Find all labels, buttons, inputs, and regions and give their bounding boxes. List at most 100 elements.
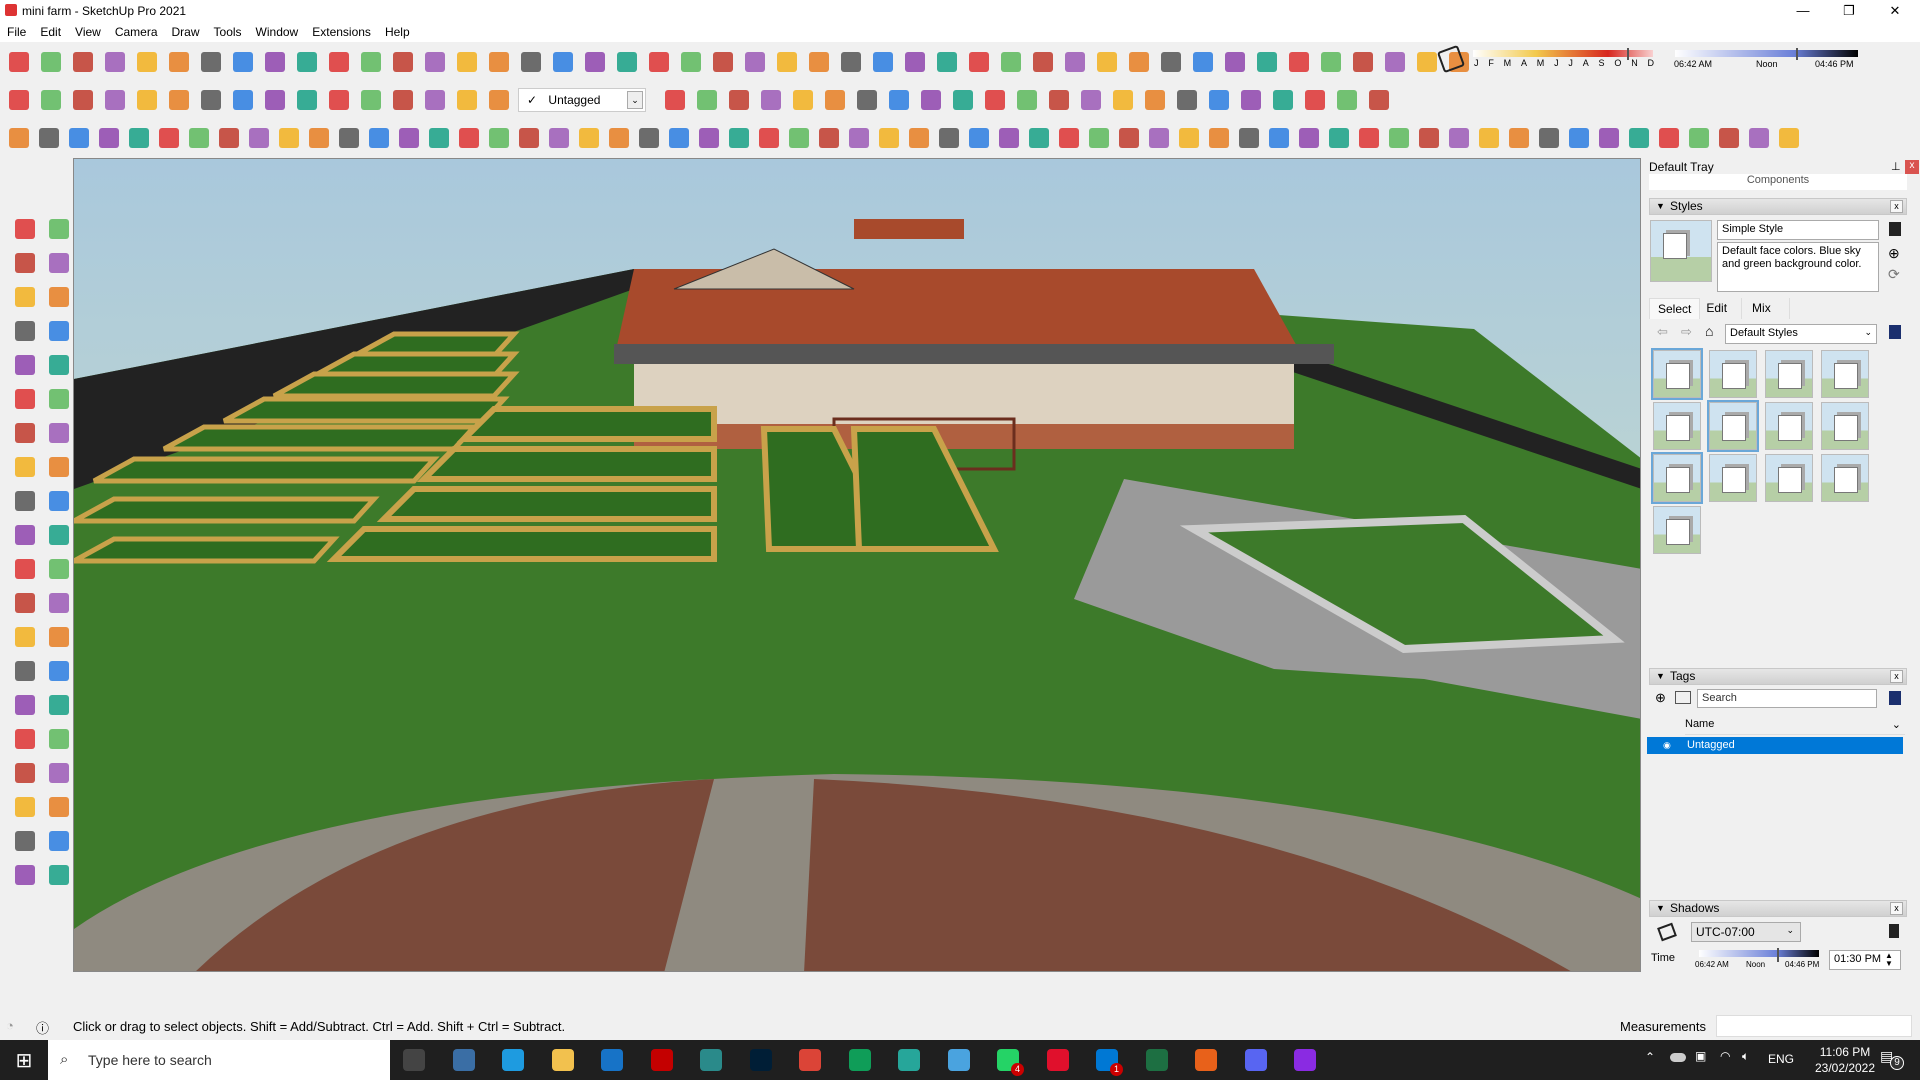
trim-tool-icon[interactable] (1054, 123, 1084, 153)
scale-tool-icon[interactable] (196, 85, 226, 115)
zoom-window-tool-icon[interactable] (664, 123, 694, 153)
rectangle-tool-icon[interactable] (34, 123, 64, 153)
timezone-dropdown[interactable]: UTC-07:00 ⌄ (1691, 922, 1801, 942)
components-panel-header[interactable]: Components (1649, 174, 1907, 190)
forward-arrow-icon[interactable]: ⇨ (1681, 324, 1692, 340)
scale-tool-icon[interactable] (516, 47, 546, 77)
orbit-tool-icon[interactable] (788, 85, 818, 115)
drape-tool-icon[interactable] (1140, 85, 1170, 115)
component-tool-icon[interactable] (44, 214, 74, 244)
add-tag-folder-icon[interactable] (1675, 691, 1691, 704)
wifi-icon[interactable]: ◠ (1720, 1049, 1730, 1063)
dimension-tool-icon[interactable] (484, 123, 514, 153)
move-tool-icon[interactable] (68, 85, 98, 115)
month-slider[interactable]: JFMAMJJASOND (1470, 48, 1656, 74)
paint-tool-icon[interactable] (10, 248, 40, 278)
pan-tool-icon[interactable] (804, 47, 834, 77)
tape-tool-icon[interactable] (10, 520, 40, 550)
rotate-tool-icon[interactable] (132, 85, 162, 115)
menu-window[interactable]: Window (249, 25, 306, 39)
rotate-tool-icon[interactable] (452, 47, 482, 77)
text-tool-icon[interactable] (292, 85, 322, 115)
look-tool-icon[interactable] (754, 123, 784, 153)
style-thumbnail[interactable] (1653, 402, 1701, 450)
stamp-tool-icon[interactable] (1108, 85, 1138, 115)
language-indicator[interactable]: ENG (1768, 1052, 1794, 1066)
pan-tool-icon[interactable] (604, 123, 634, 153)
axes-tool-icon[interactable] (454, 123, 484, 153)
text-tool-icon[interactable] (424, 123, 454, 153)
zoom-extents-tool-icon[interactable] (10, 690, 40, 720)
menu-help[interactable]: Help (378, 25, 417, 39)
clock[interactable]: 11:06 PM 23/02/2022 (1810, 1044, 1880, 1076)
drape-tool-icon[interactable] (1124, 47, 1154, 77)
time-thumb[interactable] (1796, 48, 1798, 60)
offset-tool-icon[interactable] (364, 123, 394, 153)
zoom-tool-icon[interactable] (836, 47, 866, 77)
taskbar-discord-button[interactable] (1240, 1044, 1272, 1076)
solid-tool-icon[interactable] (1144, 123, 1174, 153)
follow-me-tool-icon[interactable] (44, 452, 74, 482)
section-tool-icon[interactable] (740, 47, 770, 77)
pan-tool-icon[interactable] (820, 85, 850, 115)
menu-edit[interactable]: Edit (33, 25, 68, 39)
time-slider[interactable]: 06:42 AM Noon 04:46 PM (1672, 48, 1862, 74)
arc-tool-icon[interactable] (10, 384, 40, 414)
subtract-tool-icon[interactable] (1268, 85, 1298, 115)
shaded-tool-icon[interactable] (1444, 123, 1474, 153)
arc-tool-icon[interactable] (4, 85, 34, 115)
taskbar-search-input[interactable]: ⌕ Type here to search (48, 1040, 390, 1080)
protractor-tool-icon[interactable] (388, 85, 418, 115)
subtract-tool-icon[interactable] (1252, 47, 1282, 77)
move-tool-icon[interactable] (10, 418, 40, 448)
offset-tool-icon[interactable] (228, 85, 258, 115)
intersect-tool-icon[interactable] (964, 123, 994, 153)
style-thumbnail[interactable] (1651, 348, 1703, 400)
style-name-field[interactable]: Simple Style (1717, 220, 1879, 240)
3d-viewport[interactable] (73, 158, 1641, 972)
polygon-tool-icon[interactable] (44, 350, 74, 380)
position-camera-tool-icon[interactable] (784, 123, 814, 153)
details-arrow-icon[interactable] (1889, 691, 1901, 705)
zoom-tool-icon[interactable] (852, 85, 882, 115)
style-thumbnail[interactable] (1765, 402, 1813, 450)
stamp-tool-icon[interactable] (1092, 47, 1122, 77)
freehand-tool-icon[interactable] (4, 123, 34, 153)
orbit-tool-icon[interactable] (574, 123, 604, 153)
smoove-tool-icon[interactable] (1076, 85, 1106, 115)
zoom-window-tool-icon[interactable] (884, 85, 914, 115)
pie-tool-icon[interactable] (356, 47, 386, 77)
component-tool-icon[interactable] (1684, 123, 1714, 153)
rectangle-tool-icon[interactable] (196, 47, 226, 77)
style-library-dropdown[interactable]: Default Styles ⌄ (1725, 324, 1877, 344)
rotated-rect-tool-icon[interactable] (44, 316, 74, 346)
start-button[interactable]: ⊞ (8, 1044, 40, 1076)
eraser-tool-icon[interactable] (100, 47, 130, 77)
layout-tool-icon[interactable] (1594, 123, 1624, 153)
stamp-tool-icon[interactable] (10, 792, 40, 822)
move-tool-icon[interactable] (214, 123, 244, 153)
follow-me-tool-icon[interactable] (164, 85, 194, 115)
push-pull-tool-icon[interactable] (44, 418, 74, 448)
taskbar-vscode-button[interactable]: 1 (1091, 1044, 1123, 1076)
taskbar-grammarly-button[interactable] (1190, 1044, 1222, 1076)
taskbar-acrobat-button[interactable] (646, 1044, 678, 1076)
dimension-tool-icon[interactable] (356, 85, 386, 115)
tab-mix[interactable]: Mix (1742, 298, 1790, 319)
flip-tool-icon[interactable] (934, 123, 964, 153)
axes-tool-icon[interactable] (660, 85, 690, 115)
menu-view[interactable]: View (68, 25, 108, 39)
orbit-tool-icon[interactable] (772, 47, 802, 77)
pan-tool-icon[interactable] (484, 85, 514, 115)
rotated-rect-tool-icon[interactable] (228, 47, 258, 77)
taskbar-edge-button[interactable] (497, 1044, 529, 1076)
taskbar-photoshop-button[interactable] (745, 1044, 777, 1076)
walk-tool-icon[interactable] (724, 123, 754, 153)
eraser-tool-icon[interactable] (1744, 123, 1774, 153)
shadows-panel-header[interactable]: Shadows x (1649, 900, 1907, 917)
orbit-tool-icon[interactable] (452, 85, 482, 115)
line-tool-icon[interactable] (1774, 123, 1804, 153)
freehand-tool-icon[interactable] (164, 47, 194, 77)
walk-tool-icon[interactable] (44, 690, 74, 720)
walk-tool-icon[interactable] (932, 47, 962, 77)
